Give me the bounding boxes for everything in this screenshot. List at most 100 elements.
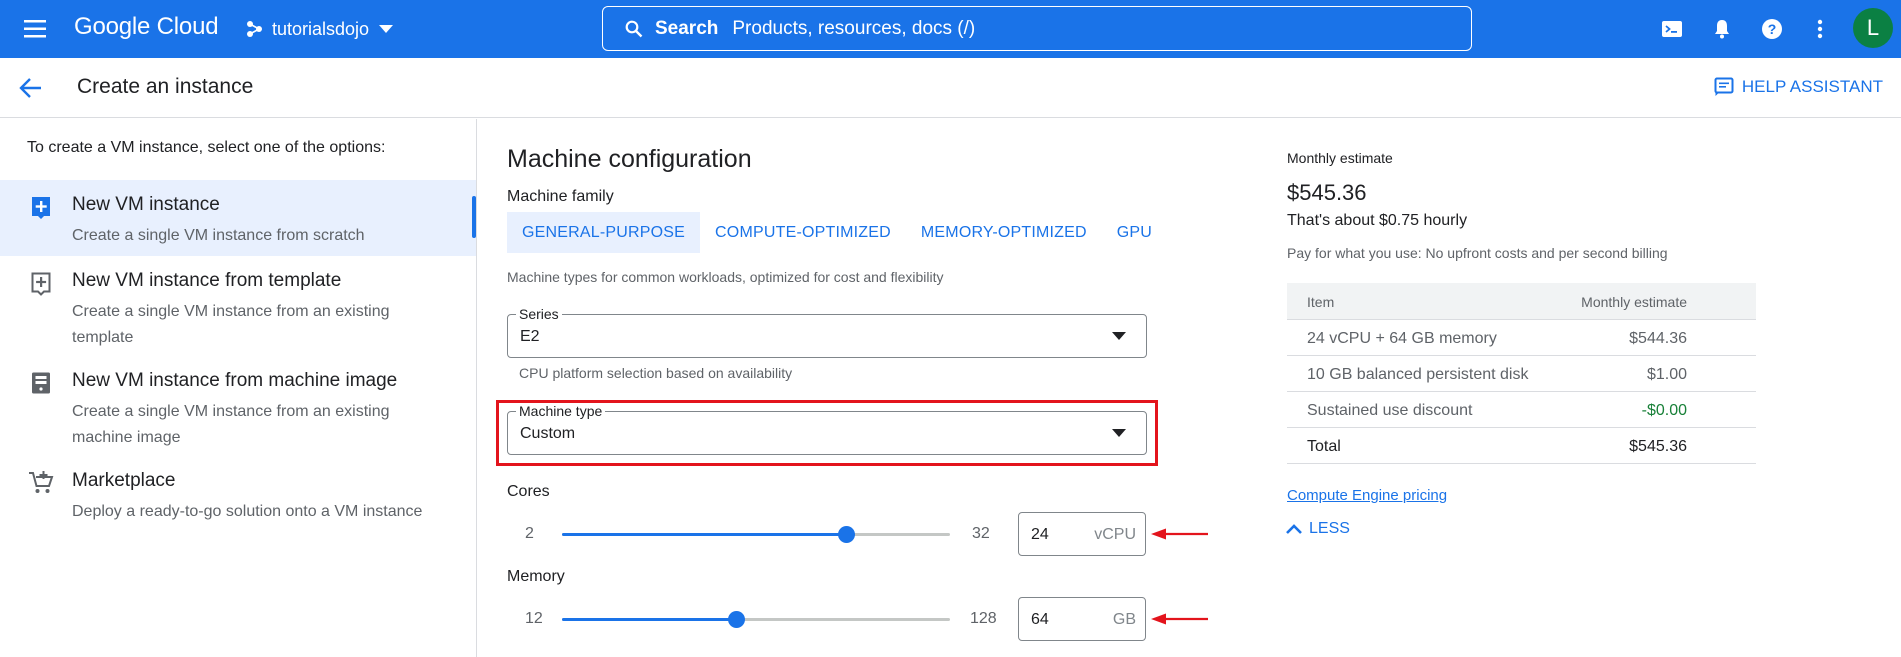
machine-family-tabs: GENERAL-PURPOSE COMPUTE-OPTIMIZED MEMORY… [507,212,1167,253]
dropdown-arrow-icon [1112,332,1126,340]
help-icon[interactable]: ? [1760,17,1784,41]
row-item: Sustained use discount [1307,402,1473,419]
cores-slider-fill [562,533,847,536]
row-value: $1.00 [1646,366,1687,383]
table-header: Item Monthly estimate [1287,283,1756,320]
project-name: tutorialsdojo [272,18,370,39]
machine-family-hint: Machine types for common workloads, opti… [507,269,944,285]
cores-slider-thumb[interactable] [838,526,856,543]
chat-icon [1714,77,1734,96]
search-placeholder: Products, resources, docs (/) [732,17,976,39]
chevron-up-icon [1286,524,1302,534]
add-box-outline-icon [28,270,54,296]
more-vert-icon[interactable] [1808,17,1832,41]
option-title: New VM instance from template [72,270,342,291]
project-picker[interactable]: tutorialsdojo [246,12,394,46]
table-row: 10 GB balanced persistent disk $1.00 [1287,356,1756,392]
creation-options-panel: To create a VM instance, select one of t… [0,119,477,657]
compute-engine-pricing-link[interactable]: Compute Engine pricing [1287,487,1447,504]
google-cloud-logo[interactable]: Google Cloud [74,13,219,41]
help-assistant-button[interactable]: HELP ASSISTANT [1714,77,1883,97]
annotation-arrow-icon [1151,612,1209,626]
memory-slider-thumb[interactable] [727,611,745,628]
series-label: Series [516,306,562,322]
row-item: 10 GB balanced persistent disk [1307,366,1529,383]
table-row: 24 vCPU + 64 GB memory $544.36 [1287,320,1756,356]
option-title: Marketplace [72,470,176,491]
row-value: $544.36 [1629,330,1687,347]
menu-icon[interactable] [22,16,50,42]
page-header: Create an instance HELP ASSISTANT [0,58,1901,118]
cores-slider-row: 2 32 24 vCPU [507,512,1209,556]
back-arrow-icon[interactable] [18,76,44,100]
row-item: 24 vCPU + 64 GB memory [1307,330,1497,347]
option-description: Create a single VM instance from an exis… [72,403,390,446]
column-header-estimate: Monthly estimate [1581,294,1687,310]
estimate-table: Item Monthly estimate 24 vCPU + 64 GB me… [1287,283,1756,464]
option-new-vm-from-template[interactable]: New VM instance from template Create a s… [0,256,476,356]
option-new-vm-instance[interactable]: New VM instance Create a single VM insta… [0,180,476,256]
series-value: E2 [520,328,540,345]
add-box-icon [28,194,54,220]
table-row-total: Total $545.36 [1287,428,1756,464]
machine-configuration-heading: Machine configuration [507,145,752,173]
option-title: New VM instance [72,194,220,215]
chevron-down-icon [379,25,394,33]
cores-value: 24 [1031,526,1049,543]
table-row: Sustained use discount -$0.00 [1287,392,1756,428]
memory-unit: GB [1112,611,1136,628]
tab-compute-optimized[interactable]: COMPUTE-OPTIMIZED [700,212,906,253]
billing-note: Pay for what you use: No upfront costs a… [1287,245,1668,261]
highlight-box [496,400,1158,466]
cores-min: 2 [525,525,534,542]
memory-slider-row: 12 128 64 GB [507,597,1209,641]
option-title: New VM instance from machine image [72,370,398,391]
selection-indicator [472,196,476,238]
memory-value: 64 [1031,611,1049,628]
option-description: Create a single VM instance from an exis… [72,303,390,346]
annotation-arrow-icon [1151,527,1209,541]
search-bar[interactable]: Search Products, resources, docs (/) [602,6,1472,51]
machine-image-icon [28,370,54,396]
tab-memory-optimized[interactable]: MEMORY-OPTIMIZED [906,212,1102,253]
option-description: Deploy a ready-to-go solution onto a VM … [72,503,423,520]
search-label: Search [655,17,719,39]
top-app-bar: Google Cloud tutorialsdojo Search Produc… [0,0,1901,58]
tab-general-purpose[interactable]: GENERAL-PURPOSE [507,212,701,253]
avatar[interactable]: L [1853,8,1893,48]
cores-max: 32 [972,525,990,542]
series-hint: CPU platform selection based on availabi… [519,365,793,381]
monthly-estimate-label: Monthly estimate [1287,150,1393,166]
memory-label: Memory [507,568,565,585]
tab-gpu[interactable]: GPU [1102,212,1167,253]
option-new-vm-from-machine-image[interactable]: New VM instance from machine image Creat… [0,356,476,456]
hourly-estimate: That's about $0.75 hourly [1287,212,1468,229]
option-marketplace[interactable]: Marketplace Deploy a ready-to-go solutio… [0,456,476,532]
row-item: Total [1307,438,1341,455]
cores-label: Cores [507,483,550,500]
series-select[interactable]: Series E2 [507,306,1147,358]
options-intro: To create a VM instance, select one of t… [27,139,386,156]
cloud-shell-icon[interactable] [1660,17,1684,41]
cart-add-icon [28,470,54,496]
cores-slider[interactable] [562,526,950,543]
help-assistant-label: HELP ASSISTANT [1741,77,1883,96]
cores-input[interactable]: 24 vCPU [1018,512,1146,556]
machine-family-label: Machine family [507,188,614,205]
less-button[interactable]: LESS [1285,520,1350,538]
page-title: Create an instance [77,75,254,98]
memory-slider[interactable] [562,611,950,628]
memory-min: 12 [525,610,543,627]
memory-input[interactable]: 64 GB [1018,597,1146,641]
memory-slider-fill [562,618,736,621]
search-icon [625,20,643,38]
column-header-item: Item [1307,294,1335,310]
option-description: Create a single VM instance from scratch [72,227,365,244]
project-icon [246,20,264,38]
memory-max: 128 [970,610,997,627]
cores-unit: vCPU [1094,526,1136,543]
svg-text:?: ? [1768,21,1777,37]
monthly-estimate-amount: $545.36 [1287,180,1367,205]
row-value: -$0.00 [1641,402,1687,419]
notifications-icon[interactable] [1710,17,1734,41]
